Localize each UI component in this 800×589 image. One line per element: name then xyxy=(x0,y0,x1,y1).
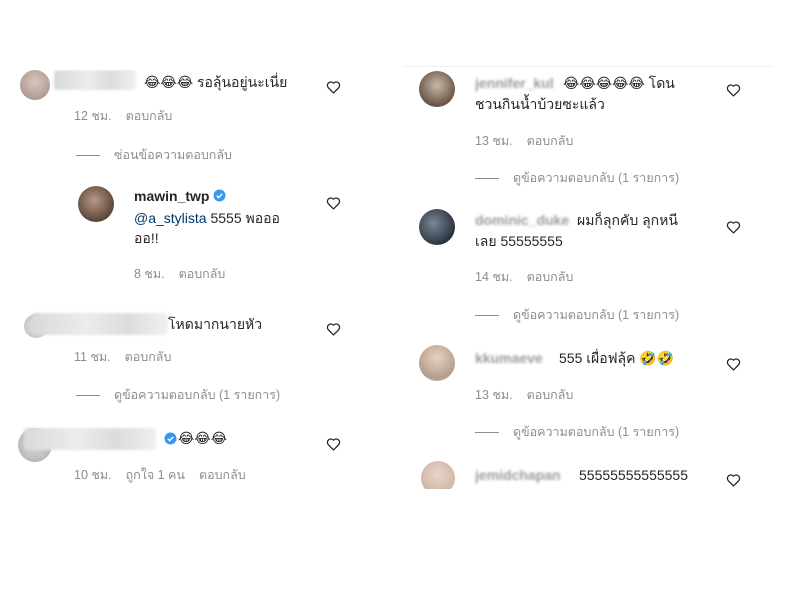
reply-button[interactable]: ตอบกลับ xyxy=(179,267,226,281)
reply-button[interactable]: ตอบกลับ xyxy=(527,270,574,284)
comment-meta: 8 ชม. ตอบกลับ xyxy=(134,264,239,284)
comment-time: 13 ชม. xyxy=(475,134,513,148)
right-comments-panel: jennifer_kul 😂😂😂😂😂 โดน ชวนกินน้ำบ้วยซะแล… xyxy=(403,66,773,489)
view-replies-label: ดูข้อความตอบกลับ (1 รายการ) xyxy=(114,388,281,402)
blurred-username xyxy=(54,70,136,90)
heart-icon[interactable] xyxy=(726,220,741,234)
username[interactable]: jennifer_kul xyxy=(475,75,554,91)
comment-text: @a_stylista 5555 พอออ xyxy=(134,210,280,226)
left-comments-panel: 😂😂😂 รอลุ้นอยู่นะเนี่ย 12 ชม. ตอบกลับ ซ่อน… xyxy=(18,70,363,500)
comment-text: ผมก็ลุกคับ ลุกหนี xyxy=(577,212,678,228)
comment-text-line2: เลย 55555555 xyxy=(475,233,563,249)
avatar[interactable] xyxy=(421,461,455,489)
heart-icon[interactable] xyxy=(326,322,341,336)
heart-icon[interactable] xyxy=(726,83,741,97)
verified-badge-icon xyxy=(164,432,177,445)
comment-time: 10 ชม. xyxy=(74,468,112,482)
view-replies-toggle[interactable]: ดูข้อความตอบกลับ (1 รายการ) xyxy=(76,385,280,405)
comment-text: 55555555555555 xyxy=(579,467,689,483)
comment-text: 555 เผื่อฟลุ้ค 🤣🤣 xyxy=(559,350,675,366)
screenshot-root: { "left": { "comments": [ {"text": "😂😂😂 … xyxy=(0,0,800,589)
username[interactable]: mawin_twp xyxy=(134,188,226,204)
divider xyxy=(475,432,499,434)
heart-icon[interactable] xyxy=(726,357,741,371)
comment-meta: 10 ชม. ถูกใจ 1 คน ตอบกลับ xyxy=(74,465,260,485)
avatar[interactable] xyxy=(20,70,50,100)
view-replies-toggle[interactable]: ดูข้อความตอบกลับ (1 รายการ) xyxy=(475,422,679,442)
username[interactable]: dominic_duke xyxy=(475,212,569,228)
reply-button[interactable]: ตอบกลับ xyxy=(527,134,574,148)
reply-button[interactable]: ตอบกลับ xyxy=(199,468,246,482)
comment-meta: 13 ชม. ตอบกลับ xyxy=(475,385,587,405)
comment-time: 8 ชม. xyxy=(134,267,165,281)
reply-button[interactable]: ตอบกลับ xyxy=(126,109,173,123)
view-replies-toggle[interactable]: ดูข้อความตอบกลับ (1 รายการ) xyxy=(475,305,679,325)
blurred-username xyxy=(32,313,168,335)
view-replies-label: ดูข้อความตอบกลับ (1 รายการ) xyxy=(513,308,680,322)
reply-button[interactable]: ตอบกลับ xyxy=(527,388,574,402)
view-replies-label: ดูข้อความตอบกลับ (1 รายการ) xyxy=(513,425,680,439)
verified-badge-icon xyxy=(214,189,226,202)
comment-time: 13 ชม. xyxy=(475,388,513,402)
avatar[interactable] xyxy=(419,345,455,381)
comment-time: 12 ชม. xyxy=(74,109,112,123)
avatar[interactable] xyxy=(419,71,455,107)
comment-meta: 11 ชม. ตอบกลับ xyxy=(74,347,185,367)
mention-link[interactable]: @a_stylista xyxy=(134,210,207,226)
likes-count[interactable]: ถูกใจ 1 คน xyxy=(126,468,185,482)
view-replies-toggle[interactable]: ดูข้อความตอบกลับ (1 รายการ) xyxy=(475,168,679,188)
hide-replies-toggle[interactable]: ซ่อนข้อความตอบกลับ xyxy=(76,145,232,165)
comment-meta: 12 ชม. ตอบกลับ xyxy=(74,106,186,126)
comment-time: 11 ชม. xyxy=(74,350,111,364)
comment-text: 😂😂😂 รอลุ้นอยู่นะเนี่ย xyxy=(144,74,288,90)
heart-icon[interactable] xyxy=(326,196,341,210)
divider xyxy=(76,155,100,157)
username[interactable]: kkumaeve xyxy=(475,350,543,366)
comment-text: 😂😂😂 xyxy=(178,430,228,446)
comment-text: โหดมากนายหัว xyxy=(168,316,263,332)
hide-replies-label: ซ่อนข้อความตอบกลับ xyxy=(114,148,232,162)
comment-meta: 14 ชม. ตอบกลับ xyxy=(475,267,587,287)
heart-icon[interactable] xyxy=(326,80,341,94)
divider xyxy=(76,395,100,397)
comment-time: 14 ชม. xyxy=(475,270,513,284)
username[interactable]: jemidchapan xyxy=(475,467,561,483)
avatar-mawin-twp[interactable] xyxy=(78,186,114,222)
avatar[interactable] xyxy=(419,209,455,245)
view-replies-label: ดูข้อความตอบกลับ (1 รายการ) xyxy=(513,171,680,185)
comment-meta: 13 ชม. ตอบกลับ xyxy=(475,131,587,151)
divider xyxy=(475,178,499,180)
heart-icon[interactable] xyxy=(726,473,741,487)
comment-text-line2: ออ!! xyxy=(134,230,159,246)
heart-icon[interactable] xyxy=(326,437,341,451)
blurred-username xyxy=(24,428,156,450)
comment-text: 😂😂😂😂😂 โดน xyxy=(563,75,675,91)
reply-button[interactable]: ตอบกลับ xyxy=(125,350,172,364)
divider xyxy=(475,315,499,317)
comment-text-line2: ชวนกินน้ำบ้วยซะแล้ว xyxy=(475,96,605,112)
